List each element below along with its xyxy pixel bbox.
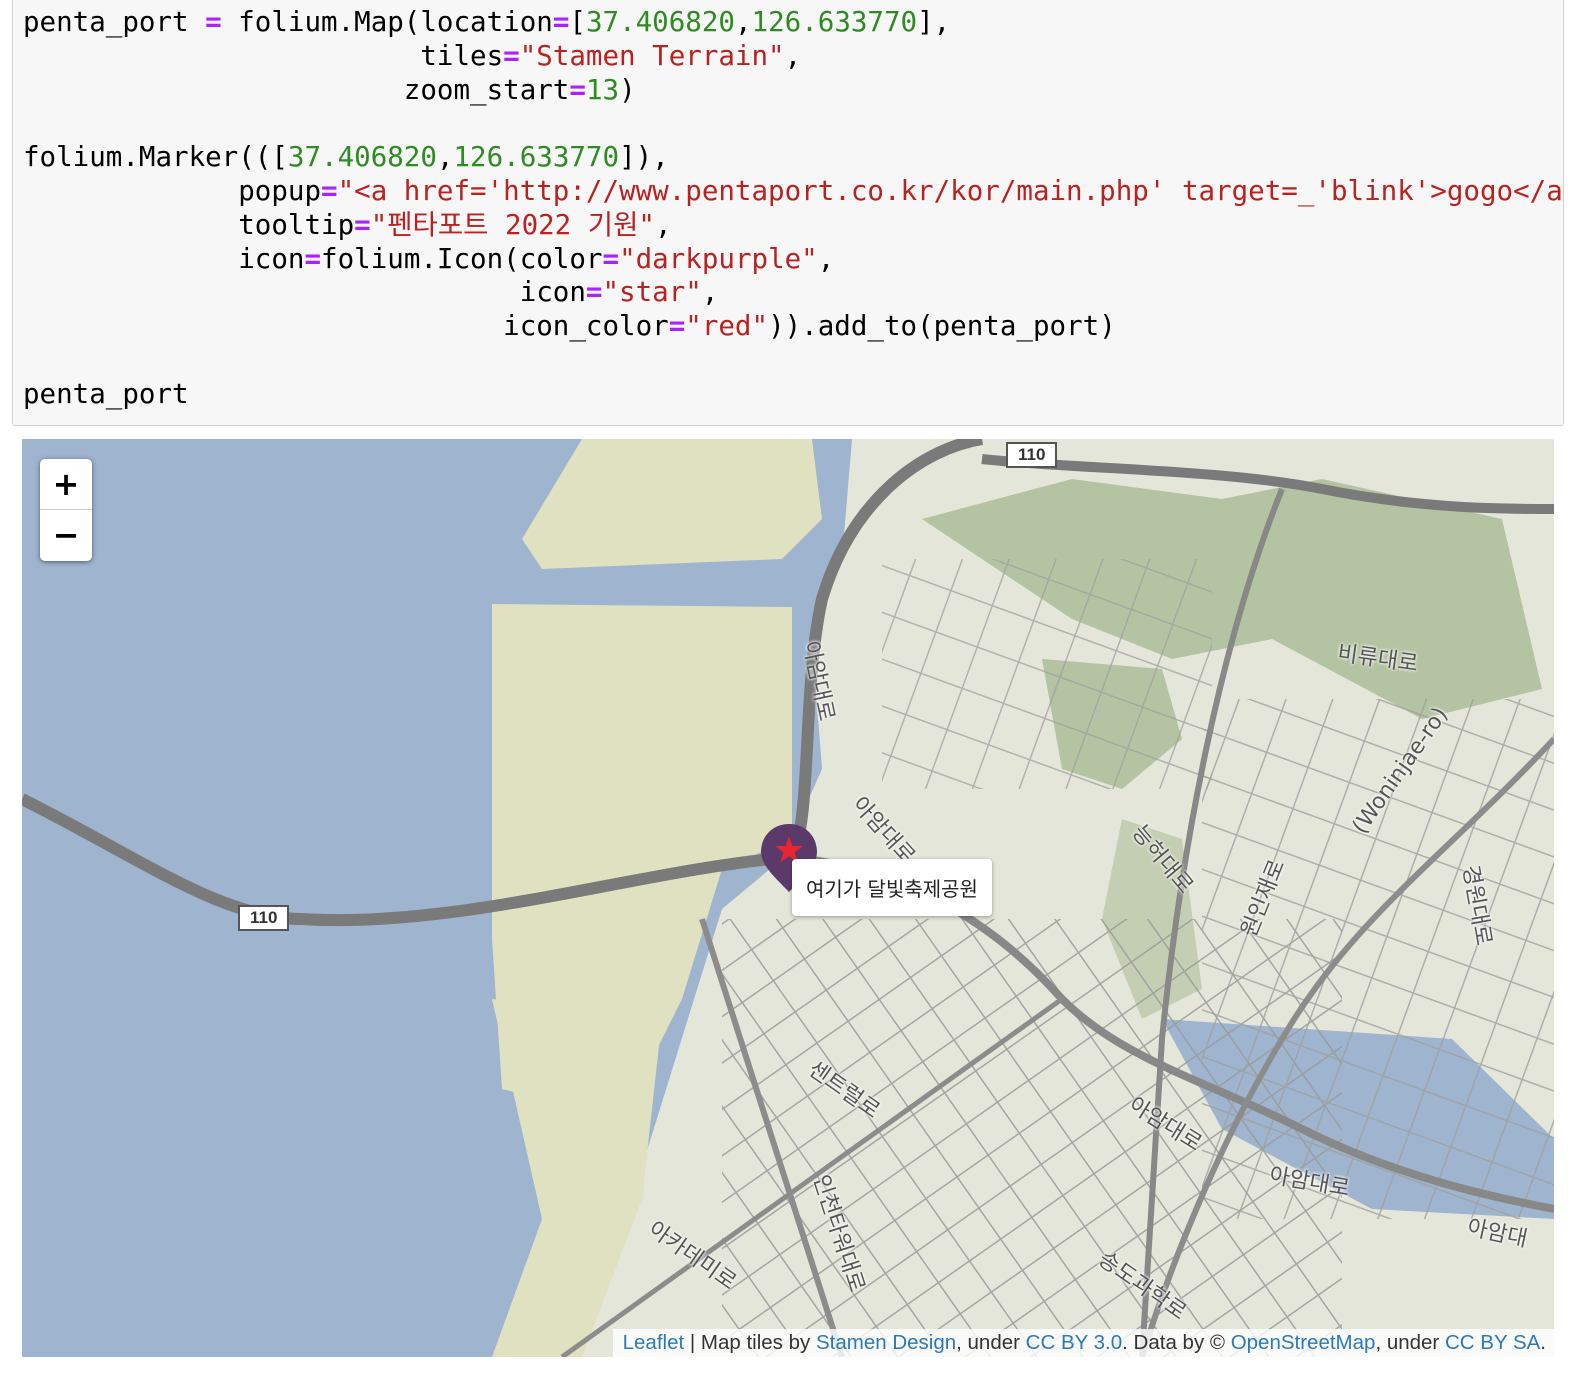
- code-token: =: [668, 310, 686, 343]
- code-line: zoom_start=13): [23, 74, 1563, 108]
- code-token: =: [569, 73, 586, 106]
- code-token: icon: [23, 276, 586, 309]
- marker-tooltip: 여기가 달빛축제공원: [792, 859, 992, 916]
- code-token: =: [304, 242, 322, 275]
- code-token: =: [205, 6, 222, 38]
- attribution-text: .: [1540, 1331, 1546, 1354]
- code-token: "darkpurple": [619, 242, 818, 275]
- attribution-text: , under: [956, 1331, 1026, 1354]
- code-cell[interactable]: penta_port = folium.Map(location=[37.406…: [12, 0, 1564, 426]
- code-editor[interactable]: penta_port = folium.Map(location=[37.406…: [13, 0, 1563, 412]
- code-token: icon: [23, 242, 305, 275]
- code-line: popup="<a href='http://www.pentaport.co.…: [23, 175, 1563, 209]
- code-token: folium.Map(location: [221, 6, 553, 38]
- code-token: ,: [654, 208, 672, 241]
- highway-shield: 110: [1006, 442, 1058, 468]
- code-token: =: [602, 242, 620, 275]
- map-tiles[interactable]: [22, 439, 1554, 1357]
- code-token: ,: [436, 141, 454, 174]
- code-token: icon_color: [23, 310, 669, 343]
- code-line: folium.Marker(([37.406820,126.633770]),: [23, 141, 1563, 175]
- leaflet-link[interactable]: Leaflet: [623, 1331, 685, 1354]
- stamen-link[interactable]: Stamen Design: [816, 1331, 956, 1354]
- code-token: "red": [685, 310, 769, 343]
- code-token: 126.633770: [453, 141, 620, 174]
- code-token: 37.406820: [585, 6, 735, 38]
- code-token: ,: [701, 276, 719, 309]
- code-line: tooltip="펜타포트 2022 기원",: [23, 209, 1563, 243]
- map-attribution: Leaflet | Map tiles by Stamen Design, un…: [612, 1329, 1554, 1357]
- code-token: zoom_start: [23, 73, 570, 106]
- cc-by-link[interactable]: CC BY 3.0: [1026, 1331, 1122, 1354]
- code-token: ): [619, 73, 636, 106]
- zoom-out-button[interactable]: −: [40, 510, 92, 560]
- code-token: =: [585, 276, 603, 309]
- code-line: tiles="Stamen Terrain",: [23, 40, 1563, 74]
- code-token: "<a href='http://www.pentaport.co.kr/kor…: [337, 174, 1564, 207]
- code-token: =: [503, 39, 520, 72]
- code-token: penta_port: [23, 377, 189, 410]
- code-token: penta_port: [23, 6, 206, 38]
- zoom-in-button[interactable]: +: [40, 459, 92, 510]
- code-token: popup: [23, 174, 322, 207]
- code-token: "star": [602, 276, 702, 309]
- code-token: ,: [734, 6, 752, 38]
- code-token: 37.406820: [287, 141, 437, 174]
- map-view[interactable]: 110 110 아암대로 아암대로 비류대로 (Woninjae-ro) 능허대…: [22, 439, 1554, 1357]
- code-token: folium.Icon(color: [321, 242, 603, 275]
- cc-by-sa-link[interactable]: CC BY SA: [1445, 1331, 1540, 1354]
- highway-shield: 110: [238, 905, 290, 931]
- code-token: =: [354, 208, 371, 241]
- attribution-text: , under: [1375, 1331, 1445, 1354]
- code-token: "Stamen Terrain": [519, 39, 785, 72]
- code-token: =: [321, 174, 338, 207]
- code-token: 126.633770: [751, 6, 918, 38]
- code-token: ]),: [619, 141, 669, 174]
- attribution-text: . Data by ©: [1122, 1331, 1231, 1354]
- attribution-text: | Map tiles by: [684, 1331, 816, 1354]
- code-token: tooltip: [23, 208, 355, 241]
- code-line: icon=folium.Icon(color="darkpurple",: [23, 243, 1563, 277]
- osm-link[interactable]: OpenStreetMap: [1231, 1331, 1376, 1354]
- code-token: ],: [917, 6, 951, 38]
- zoom-control: + −: [40, 459, 92, 561]
- code-token: 13: [585, 73, 620, 106]
- code-line: penta_port = folium.Map(location=[37.406…: [23, 6, 1563, 40]
- code-token: )).add_to(penta_port): [768, 310, 1116, 343]
- code-token: ,: [817, 242, 835, 275]
- code-line: icon="star",: [23, 276, 1563, 310]
- code-token: ,: [784, 39, 802, 72]
- code-line: icon_color="red")).add_to(penta_port): [23, 310, 1563, 344]
- code-token: =: [552, 6, 570, 38]
- code-token: tiles: [23, 39, 504, 72]
- code-token: [: [569, 6, 586, 38]
- code-line: penta_port: [23, 378, 1563, 412]
- code-token: folium.Marker(([: [23, 141, 288, 174]
- code-token: "펜타포트 2022 기원": [370, 208, 655, 241]
